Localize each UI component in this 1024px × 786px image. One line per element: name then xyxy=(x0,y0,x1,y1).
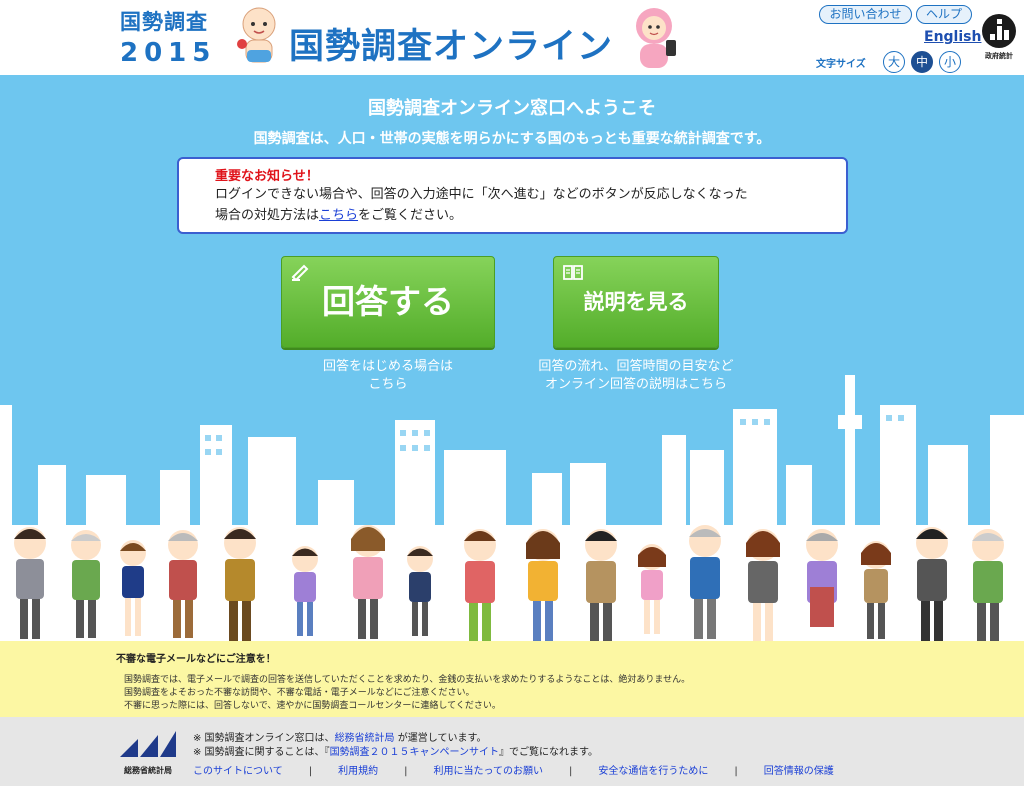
caution-line2: 国勢調査をよそおった不審な訪問や、不審な電話・電子メールなどにご注意ください。 xyxy=(124,688,475,698)
hero-section: 国勢調査オンライン窓口へようこそ 国勢調査は、人口・世帯の実態を明らかにする国の… xyxy=(0,75,1024,641)
book-icon xyxy=(563,265,583,280)
notice-line2-before: 場合の対処方法は xyxy=(215,208,320,223)
census-2015-logo[interactable]: 国勢調査 2015 xyxy=(120,6,230,70)
notice-line1: ログインできない場合や、回答の入力途中に「次へ進む」などのボタンが反応しなくなっ… xyxy=(215,187,748,202)
notice-line2-after: をご覧ください。 xyxy=(358,208,463,223)
welcome-heading: 国勢調査オンライン窓口へようこそ xyxy=(368,98,656,119)
site-title: 国勢調査オンライン xyxy=(289,27,614,67)
contact-button[interactable]: お問い合わせ xyxy=(819,5,912,24)
footer-note1: ※ 国勢調査オンライン窓口は、総務省統計局 が運営しています。 xyxy=(193,729,486,744)
footer-note2: ※ 国勢調査に関することは、『国勢調査２０１５キャンペーンサイト』でご覧になれま… xyxy=(193,743,598,758)
answer-button-label: 回答する xyxy=(322,282,454,321)
logo-line2: 2015 xyxy=(120,38,217,68)
footer: 総務省統計局 ※ 国勢調査オンライン窓口は、総務省統計局 が運営しています。 ※… xyxy=(0,717,1024,786)
notice-line2: 場合の対処方法はこちらをご覧ください。 xyxy=(215,205,810,226)
secure-communication-link[interactable]: 安全な通信を行うために xyxy=(598,766,708,777)
english-link[interactable]: English xyxy=(924,29,981,45)
help-button[interactable]: ヘルプ xyxy=(916,5,972,24)
campaign-site-link[interactable]: 国勢調査２０１５キャンペーンサイト xyxy=(330,747,500,758)
link-separator: | xyxy=(734,766,738,777)
usage-request-link[interactable]: 利用に当たってのお願い xyxy=(433,766,543,777)
caution-line3: 不審に思った際には、回答しないで、速やかに国勢調査コールセンターに連絡してくださ… xyxy=(124,701,501,711)
notice-here-link[interactable]: こちら xyxy=(319,208,358,223)
mascot-boy-icon xyxy=(237,7,276,63)
terms-link[interactable]: 利用規約 xyxy=(338,766,378,777)
tagline: 国勢調査は、人口・世帯の実態を明らかにする国のもっとも重要な統計調査です。 xyxy=(253,131,771,147)
statistics-bureau-icon xyxy=(120,731,176,757)
link-separator: | xyxy=(308,766,313,777)
about-site-link[interactable]: このサイトについて xyxy=(193,766,283,777)
answer-subtext-line1: 回答をはじめる場合は xyxy=(322,359,453,374)
font-size-label: 文字サイズ xyxy=(816,59,866,70)
answer-protection-link[interactable]: 回答情報の保護 xyxy=(764,766,834,777)
gov-stats-label: 政府統計 xyxy=(985,52,1013,60)
caution-section: 不審な電子メールなどにご注意を！ 国勢調査では、電子メールで調査の回答を送信して… xyxy=(0,641,1024,717)
footer-links: このサイトについて | 利用規約 | 利用に当たってのお願い | 安全な通信を行うために | 回… xyxy=(193,762,834,777)
city-people-illustration xyxy=(0,375,1024,641)
notice-title: 重要なお知らせ！ xyxy=(215,169,319,184)
caution-title: 不審な電子メールなどにご注意を！ xyxy=(116,654,276,665)
important-notice-box: 重要なお知らせ！ ログインできない場合や、回答の入力途中に「次へ進む」などのボタ… xyxy=(177,157,848,234)
answer-button[interactable]: 回答する xyxy=(281,256,495,348)
explanation-button-label: 説明を見る xyxy=(583,290,689,314)
font-size-small-button[interactable]: 小 xyxy=(939,51,961,73)
link-separator: | xyxy=(404,766,408,777)
explanation-button[interactable]: 説明を見る xyxy=(553,256,719,348)
statistics-bureau-logo[interactable]: 総務省統計局 xyxy=(116,729,180,775)
link-separator: | xyxy=(568,766,573,777)
logo-line1: 国勢調査 xyxy=(120,10,208,34)
gov-stats-icon xyxy=(982,14,1016,48)
explanation-subtext-line1: 回答の流れ、回答時間の目安など xyxy=(538,359,734,374)
caution-line1: 国勢調査では、電子メールで調査の回答を送信していただくことを求めたり、金銭の支払… xyxy=(124,675,691,685)
footer-note2-before: ※ 国勢調査に関することは、『 xyxy=(193,747,330,758)
header: 国勢調査 2015 国勢調査オンライン お問い合わせ ヘルプ English 文… xyxy=(0,0,1024,75)
statistics-bureau-label: 総務省統計局 xyxy=(124,766,172,775)
font-size-large-button[interactable]: 大 xyxy=(883,51,905,73)
font-size-medium-button[interactable]: 中 xyxy=(911,51,933,73)
mascot-girl-icon xyxy=(636,8,676,68)
footer-note2-after: 』でご覧になれます。 xyxy=(499,747,599,758)
gov-stats-logo[interactable]: 政府統計 xyxy=(978,14,1020,70)
pencil-icon xyxy=(291,264,309,281)
